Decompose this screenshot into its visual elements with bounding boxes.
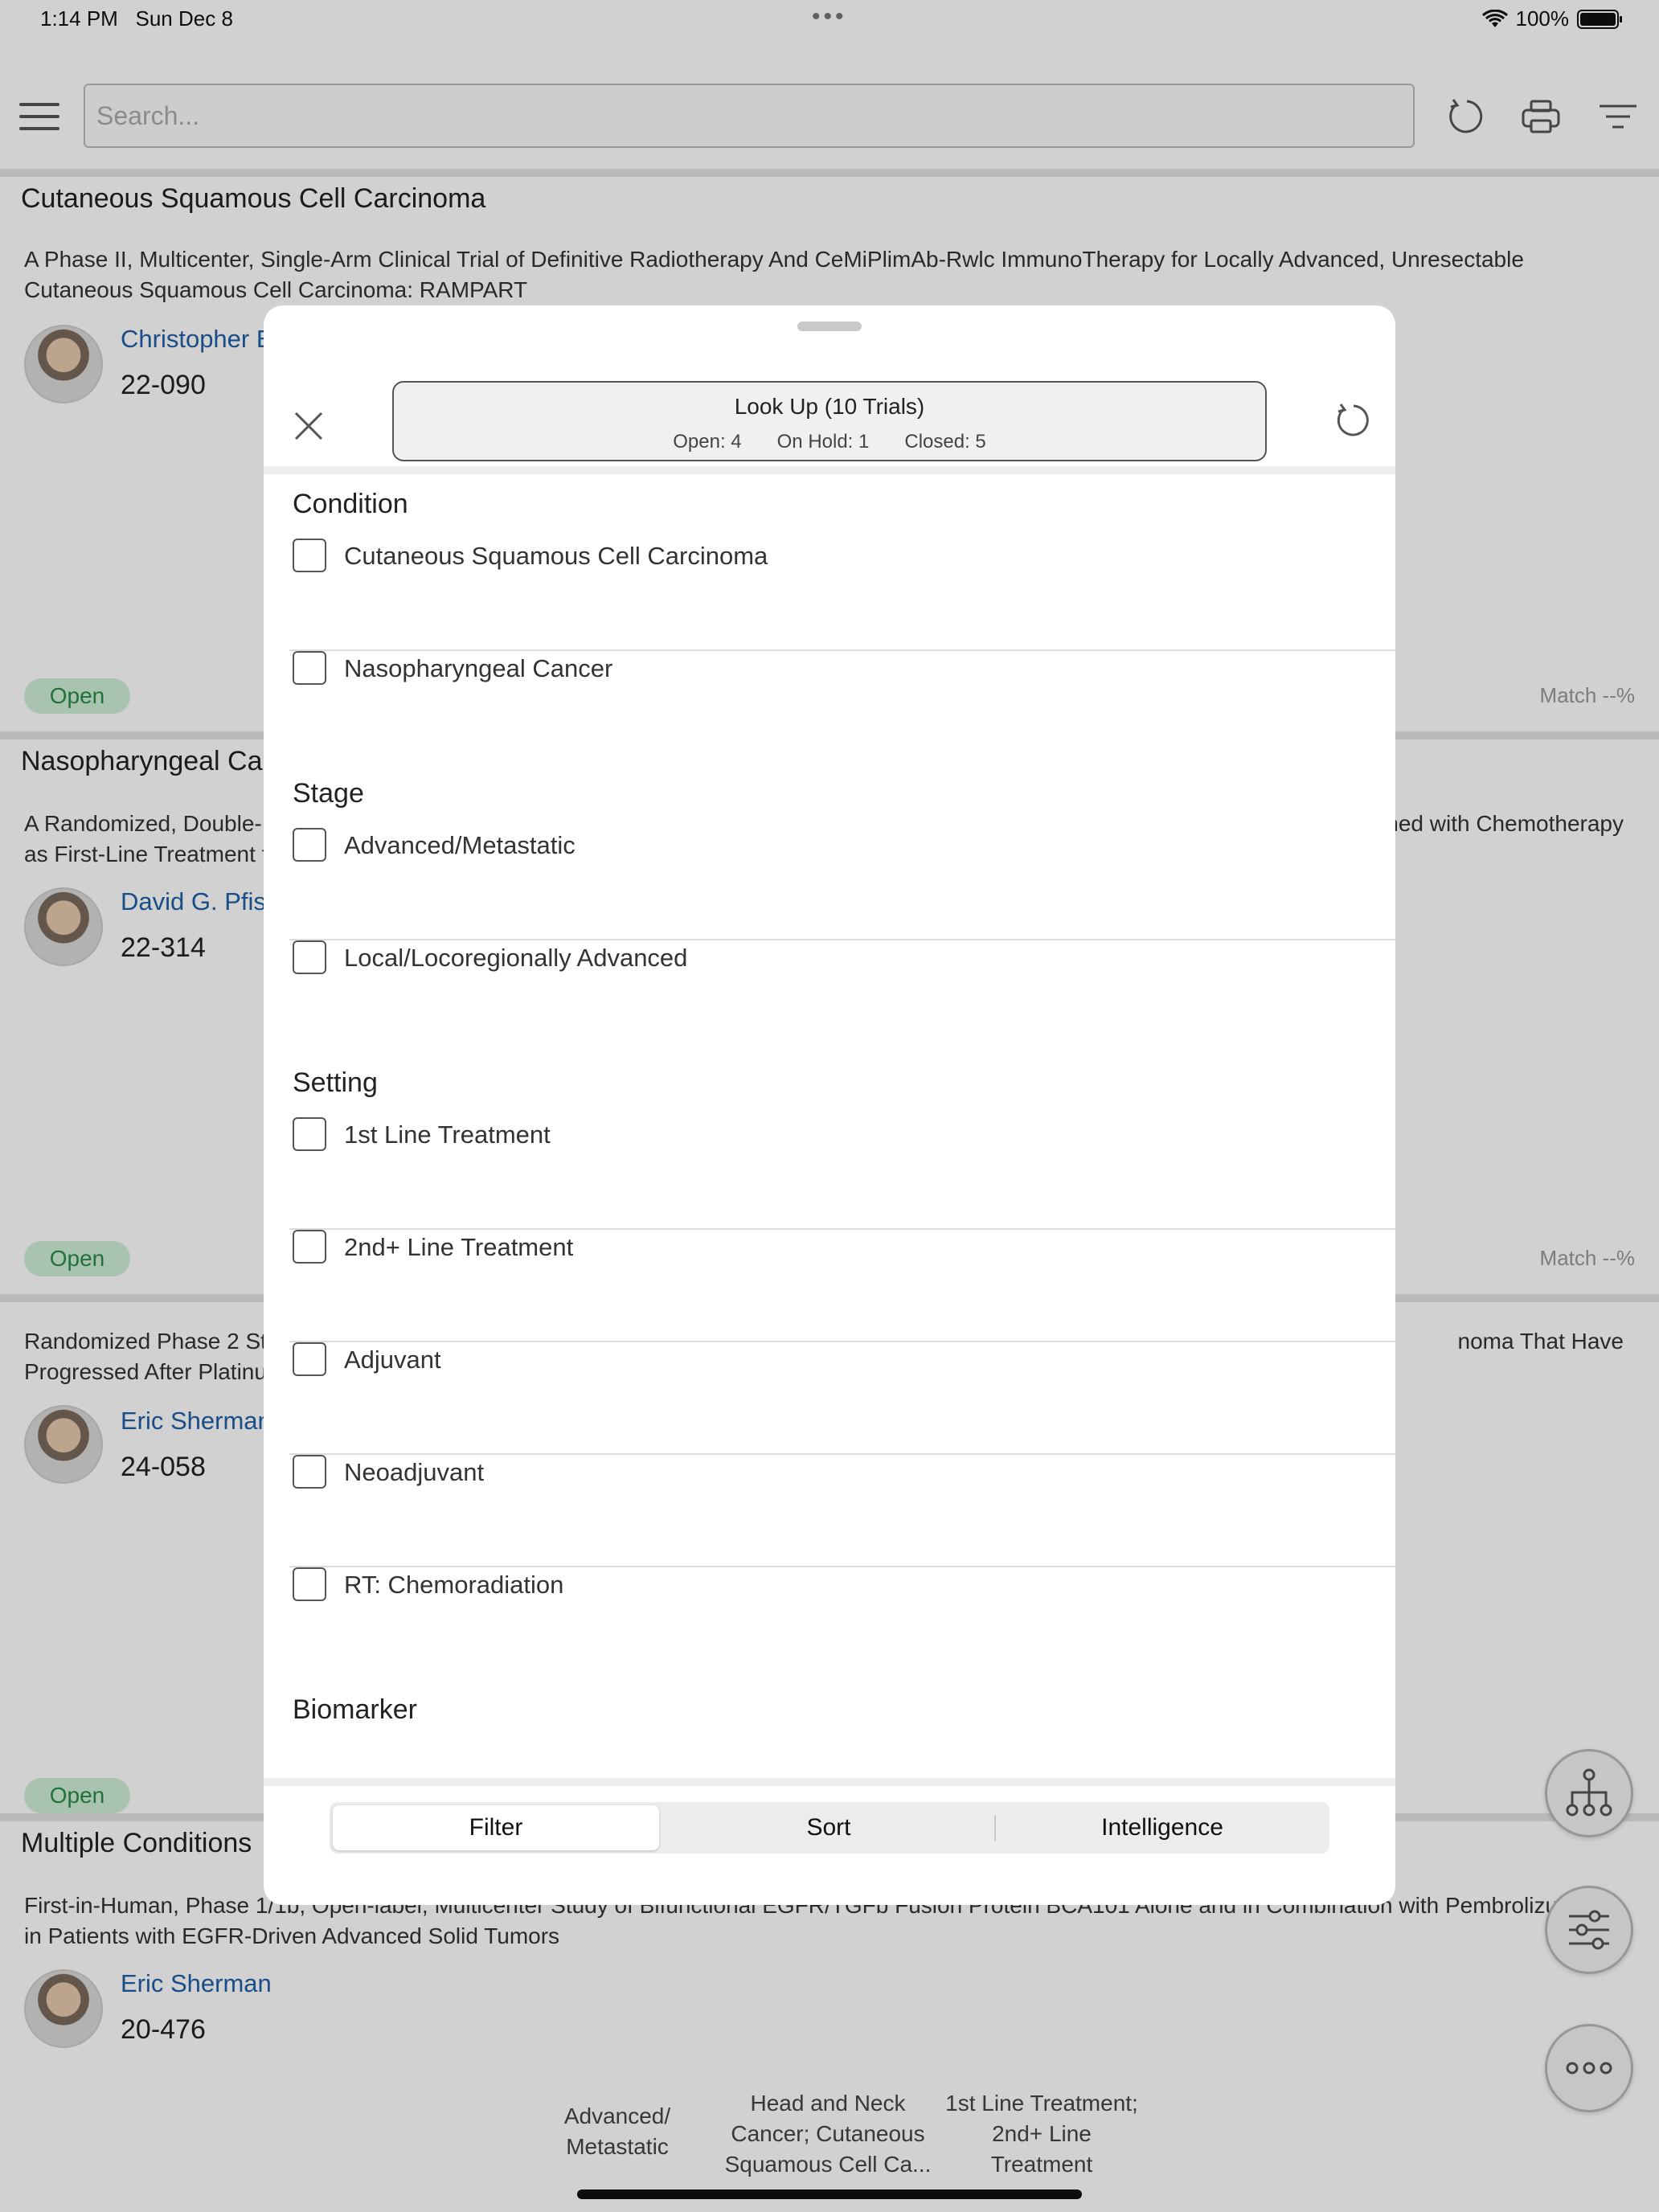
option-cutaneous-scc[interactable]: Cutaneous Squamous Cell Carcinoma <box>293 539 1395 651</box>
checkbox[interactable] <box>293 1455 326 1489</box>
sheet-segmented-control: Filter Sort Intelligence <box>330 1802 1329 1854</box>
option-label: 2nd+ Line Treatment <box>344 1233 574 1261</box>
option-advanced-metastatic[interactable]: Advanced/Metastatic <box>293 828 1395 940</box>
tab-filter[interactable]: Filter <box>333 1805 659 1850</box>
open-count: Open: 4 <box>673 431 742 453</box>
option-2nd-line[interactable]: 2nd+ Line Treatment <box>293 1230 1395 1342</box>
close-icon[interactable] <box>286 403 331 449</box>
option-label: Neoadjuvant <box>344 1458 485 1486</box>
reset-icon[interactable] <box>1333 400 1374 442</box>
checkbox[interactable] <box>293 1342 326 1376</box>
closed-count: Closed: 5 <box>904 431 986 453</box>
checkbox[interactable] <box>293 1117 326 1151</box>
option-label: Local/Locoregionally Advanced <box>344 944 688 972</box>
checkbox[interactable] <box>293 651 326 685</box>
option-rt-chemoradiation[interactable]: RT: Chemoradiation <box>293 1567 1395 1680</box>
option-label: Advanced/Metastatic <box>344 831 576 859</box>
option-label: Cutaneous Squamous Cell Carcinoma <box>344 542 768 570</box>
option-1st-line[interactable]: 1st Line Treatment <box>293 1117 1395 1230</box>
checkbox[interactable] <box>293 1230 326 1264</box>
option-neoadjuvant[interactable]: Neoadjuvant <box>293 1455 1395 1567</box>
section-setting-title: Setting <box>293 1067 378 1098</box>
section-biomarker-title: Biomarker <box>293 1694 417 1725</box>
option-local-advanced[interactable]: Local/Locoregionally Advanced <box>293 940 1395 1053</box>
checkbox[interactable] <box>293 940 326 974</box>
option-label: Nasopharyngeal Cancer <box>344 654 613 682</box>
checkbox[interactable] <box>293 828 326 862</box>
option-nasopharyngeal[interactable]: Nasopharyngeal Cancer <box>293 651 1395 764</box>
on-hold-count: On Hold: 1 <box>776 431 870 453</box>
section-stage-title: Stage <box>293 778 364 809</box>
option-label: Adjuvant <box>344 1346 441 1374</box>
filter-sheet: Look Up (10 Trials) Open: 4 On Hold: 1 C… <box>264 305 1395 1905</box>
option-label: RT: Chemoradiation <box>344 1571 564 1599</box>
checkbox[interactable] <box>293 539 326 572</box>
option-label: 1st Line Treatment <box>344 1120 551 1149</box>
lookup-title: Look Up (10 Trials) <box>734 394 925 419</box>
sheet-grabber[interactable] <box>797 322 862 331</box>
checkbox[interactable] <box>293 1567 326 1601</box>
tab-sort[interactable]: Sort <box>666 1805 992 1850</box>
option-adjuvant[interactable]: Adjuvant <box>293 1342 1395 1455</box>
lookup-summary-button[interactable]: Look Up (10 Trials) Open: 4 On Hold: 1 C… <box>392 381 1267 461</box>
tab-intelligence[interactable]: Intelligence <box>998 1805 1326 1850</box>
section-condition-title: Condition <box>293 489 408 519</box>
